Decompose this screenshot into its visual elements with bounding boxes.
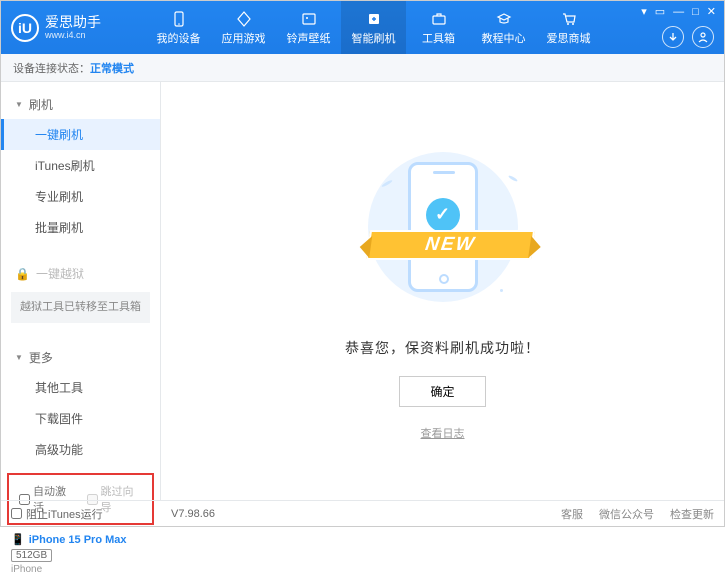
app-icon bbox=[234, 10, 254, 28]
logo-area: iU 爱思助手 www.i4.cn bbox=[1, 14, 146, 42]
jailbreak-note: 越狱工具已转移至工具箱 bbox=[11, 292, 150, 323]
status-mode: 正常模式 bbox=[90, 60, 134, 76]
status-bar: 设备连接状态： 正常模式 bbox=[1, 54, 724, 82]
sidebar-item-onekey[interactable]: 一键刷机 bbox=[1, 119, 160, 150]
sidebar-item-batch[interactable]: 批量刷机 bbox=[1, 212, 160, 243]
device-info: 📱iPhone 15 Pro Max 512GB iPhone bbox=[1, 525, 160, 583]
sidebar-item-download[interactable]: 下载固件 bbox=[1, 403, 160, 434]
phone-icon bbox=[169, 10, 189, 28]
toolbox-icon bbox=[429, 10, 449, 28]
minimize-icon[interactable]: — bbox=[673, 6, 684, 18]
menu-icon[interactable]: ▾ bbox=[641, 5, 647, 18]
footer: 阻止iTunes运行 V7.98.66 客服 微信公众号 检查更新 bbox=[1, 500, 724, 526]
nav-flash[interactable]: 智能刷机 bbox=[341, 1, 406, 54]
nav-store[interactable]: 爱思商城 bbox=[536, 1, 601, 54]
skin-icon[interactable]: ▭ bbox=[655, 5, 665, 18]
chevron-down-icon: ▼ bbox=[15, 100, 23, 109]
main-content: ✓ NEW 恭喜您，保资料刷机成功啦！ 确定 查看日志 bbox=[161, 82, 724, 500]
version-label: V7.98.66 bbox=[171, 508, 215, 520]
new-ribbon: NEW bbox=[365, 230, 534, 260]
user-button[interactable] bbox=[692, 26, 714, 48]
chevron-down-icon: ▼ bbox=[15, 353, 23, 362]
nav-ringtones[interactable]: 铃声壁纸 bbox=[276, 1, 341, 54]
logo-icon: iU bbox=[11, 14, 39, 42]
window-controls: ▾ ▭ — □ ✕ bbox=[641, 5, 716, 18]
maximize-icon[interactable]: □ bbox=[692, 6, 699, 18]
sidebar-section-more[interactable]: ▼更多 bbox=[1, 343, 160, 372]
nav-toolbox[interactable]: 工具箱 bbox=[406, 1, 471, 54]
footer-wechat-link[interactable]: 微信公众号 bbox=[599, 506, 654, 522]
check-icon: ✓ bbox=[426, 198, 460, 232]
graduation-icon bbox=[494, 10, 514, 28]
nav-my-device[interactable]: 我的设备 bbox=[146, 1, 211, 54]
sidebar-item-itunes[interactable]: iTunes刷机 bbox=[1, 150, 160, 181]
storage-badge: 512GB bbox=[11, 549, 52, 562]
nav-tabs: 我的设备 应用游戏 铃声壁纸 智能刷机 工具箱 教程中心 爱思商城 bbox=[146, 1, 601, 54]
footer-service-link[interactable]: 客服 bbox=[561, 506, 583, 522]
success-message: 恭喜您，保资料刷机成功啦！ bbox=[345, 338, 540, 358]
app-header: iU 爱思助手 www.i4.cn 我的设备 应用游戏 铃声壁纸 智能刷机 工具… bbox=[1, 1, 724, 54]
footer-update-link[interactable]: 检查更新 bbox=[670, 506, 714, 522]
flash-icon bbox=[364, 10, 384, 28]
sidebar-item-advanced[interactable]: 高级功能 bbox=[1, 434, 160, 465]
phone-small-icon: 📱 bbox=[11, 533, 25, 546]
view-log-link[interactable]: 查看日志 bbox=[421, 425, 465, 441]
lock-icon: 🔒 bbox=[15, 267, 30, 281]
sidebar-item-other[interactable]: 其他工具 bbox=[1, 372, 160, 403]
sidebar-item-pro[interactable]: 专业刷机 bbox=[1, 181, 160, 212]
ok-button[interactable]: 确定 bbox=[399, 376, 485, 407]
cart-icon bbox=[559, 10, 579, 28]
app-title: 爱思助手 bbox=[45, 15, 101, 30]
image-icon bbox=[299, 10, 319, 28]
block-itunes-checkbox[interactable]: 阻止iTunes运行 bbox=[11, 506, 103, 522]
success-illustration: ✓ NEW bbox=[353, 142, 533, 322]
close-icon[interactable]: ✕ bbox=[707, 5, 716, 18]
sidebar: ▼刷机 一键刷机 iTunes刷机 专业刷机 批量刷机 🔒一键越狱 越狱工具已转… bbox=[1, 82, 161, 500]
nav-tutorials[interactable]: 教程中心 bbox=[471, 1, 536, 54]
device-name[interactable]: 📱iPhone 15 Pro Max bbox=[11, 533, 150, 546]
nav-apps[interactable]: 应用游戏 bbox=[211, 1, 276, 54]
sidebar-section-flash[interactable]: ▼刷机 bbox=[1, 90, 160, 119]
download-button[interactable] bbox=[662, 26, 684, 48]
sidebar-section-jailbreak: 🔒一键越狱 bbox=[1, 259, 160, 288]
device-type: iPhone bbox=[11, 564, 150, 575]
status-label: 设备连接状态： bbox=[13, 60, 90, 76]
app-url: www.i4.cn bbox=[45, 30, 101, 40]
